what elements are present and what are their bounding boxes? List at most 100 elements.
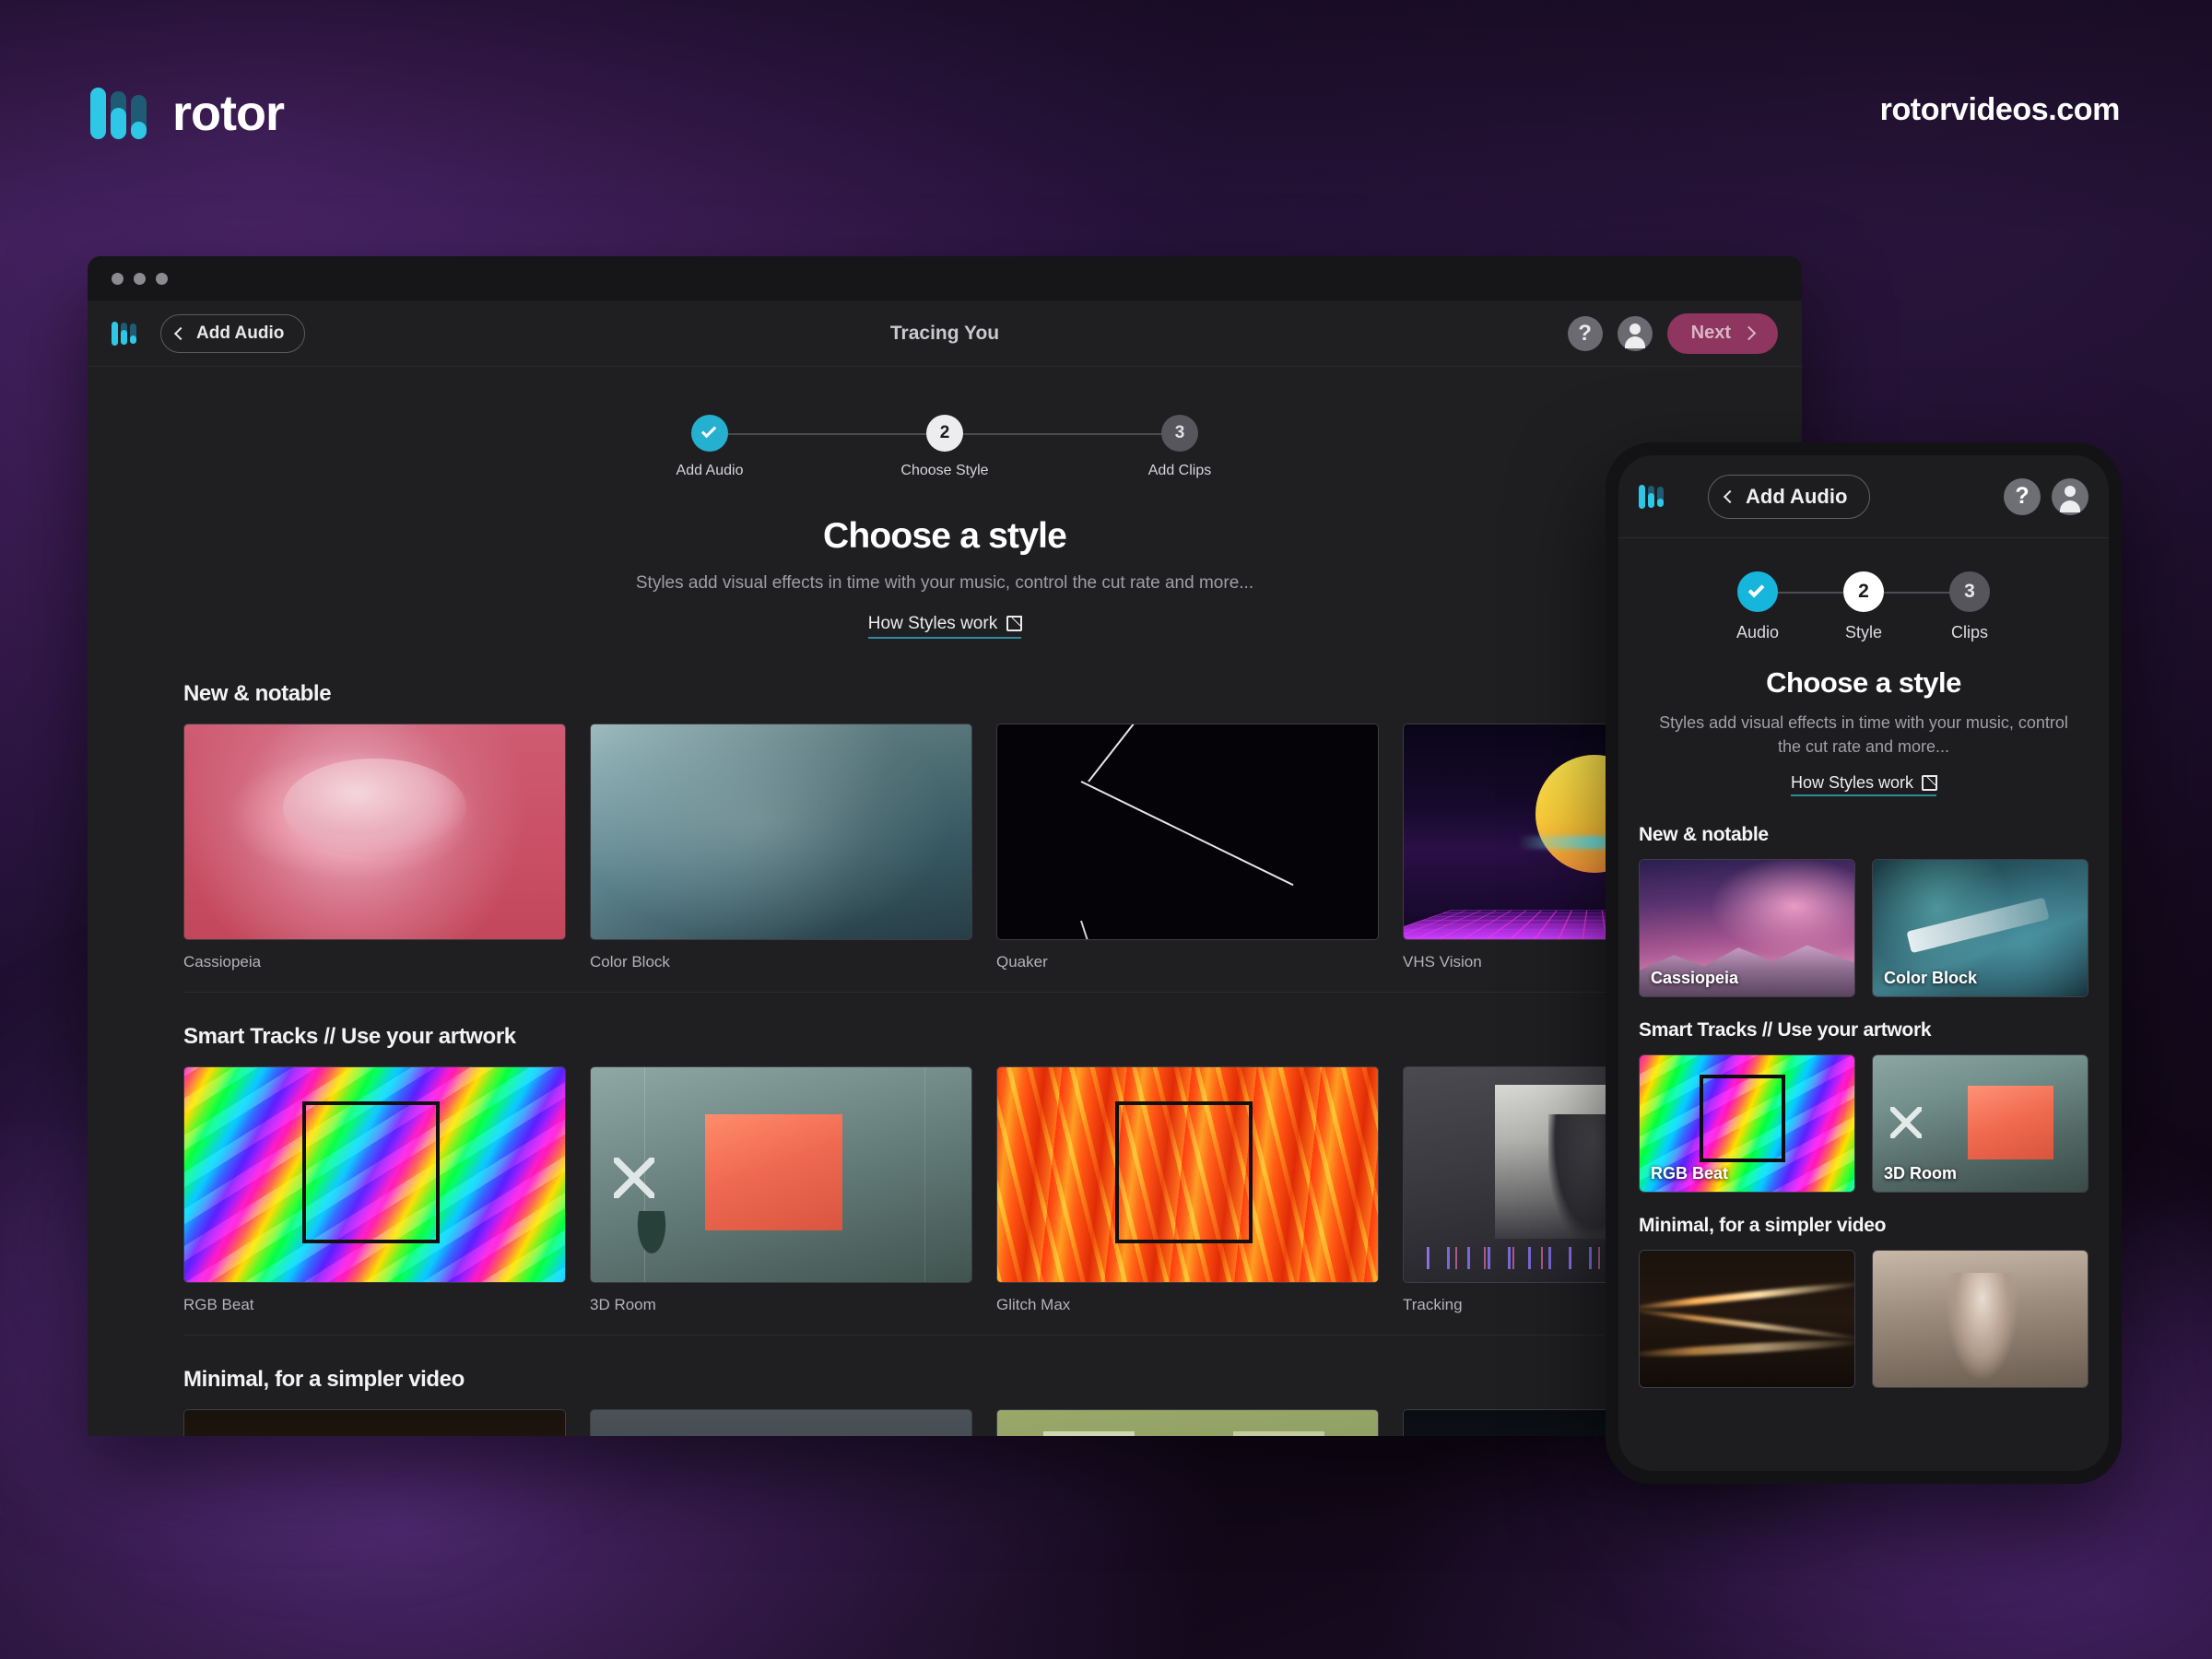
- mobile-progress-stepper: Audio 2 Style 3 Clips: [1618, 538, 2109, 642]
- mobile-style-card-label: Cassiopeia: [1651, 969, 1739, 988]
- section-title: Smart Tracks // Use your artwork: [183, 1024, 516, 1049]
- style-thumbnail: [590, 1409, 972, 1436]
- page-title: Choose a style: [822, 516, 1067, 556]
- mobile-section-title: Smart Tracks // Use your artwork: [1639, 1019, 1932, 1041]
- user-avatar-icon[interactable]: [2052, 477, 2088, 515]
- mobile-style-card-row: RGB Beat 3D Room: [1639, 1054, 2088, 1194]
- step-choose-style[interactable]: 2 Choose Style: [894, 415, 995, 479]
- next-button-label: Next: [1690, 323, 1731, 343]
- window-close-dot[interactable]: [112, 272, 124, 285]
- step-2-circle: 2: [926, 415, 963, 452]
- section-minimal: Minimal, for a simpler video: [183, 1367, 1785, 1436]
- mobile-style-card-cassiopeia[interactable]: Cassiopeia: [1639, 859, 1855, 998]
- rotor-bars-icon[interactable]: [112, 321, 136, 346]
- mobile-style-card-minimal-1[interactable]: [1639, 1250, 1855, 1389]
- desktop-content: Add Audio 2 Choose Style 3 Add Clips Cho…: [88, 367, 1802, 1436]
- user-avatar-icon[interactable]: [1617, 315, 1653, 351]
- site-url: rotorvideos.com: [1879, 92, 2121, 127]
- track-title: Tracing You: [889, 322, 1000, 344]
- style-card-label: Glitch Max: [996, 1296, 1071, 1313]
- style-card-3d-room[interactable]: 3D Room: [590, 1066, 972, 1314]
- mobile-style-card-row: Cassiopeia Color Block: [1639, 859, 2088, 998]
- page-subtitle: Styles add visual effects in time with y…: [635, 573, 1254, 593]
- mobile-add-audio-label: Add Audio: [1746, 484, 1848, 508]
- how-styles-work-label: How Styles work: [867, 614, 998, 633]
- style-card-label: Cassiopeia: [183, 953, 262, 971]
- mobile-style-card-label: Color Block: [1884, 969, 1978, 988]
- mobile-step-2-circle: 2: [1843, 571, 1884, 612]
- mobile-style-sections: New & notable Cassiopeia Color Block Sma…: [1618, 796, 2109, 1389]
- style-thumbnail: [183, 1409, 566, 1436]
- add-audio-back-button[interactable]: Add Audio: [160, 313, 306, 353]
- mobile-page-subtitle: Styles add visual effects in time with y…: [1659, 713, 2068, 757]
- style-card-label: 3D Room: [590, 1296, 656, 1313]
- mobile-step-clips[interactable]: 3 Clips: [1937, 571, 2002, 642]
- add-audio-label: Add Audio: [196, 323, 285, 343]
- mobile-appbar: Add Audio ?: [1618, 455, 2109, 538]
- mobile-appbar-actions: ?: [2004, 477, 2088, 515]
- style-card-label: RGB Beat: [183, 1296, 254, 1313]
- step-add-clips[interactable]: 3 Add Clips: [1129, 415, 1230, 479]
- mobile-step-1-circle: [1737, 571, 1778, 612]
- step-add-audio[interactable]: Add Audio: [659, 415, 760, 479]
- question-mark-icon[interactable]: ?: [2004, 477, 2041, 515]
- style-thumbnail: [996, 1066, 1379, 1283]
- style-card-row: [183, 1409, 1785, 1436]
- style-card-minimal-1[interactable]: [183, 1409, 566, 1436]
- style-card-minimal-2[interactable]: [590, 1409, 972, 1436]
- style-card-glitch-max[interactable]: Glitch Max: [996, 1066, 1379, 1314]
- style-card-quaker[interactable]: Quaker: [996, 724, 1379, 971]
- mobile-how-styles-work-link[interactable]: How Styles work: [1790, 773, 1938, 797]
- mobile-screen: Add Audio ? Audio 2 Style 3 Clips Choose…: [1618, 455, 2109, 1471]
- mobile-add-audio-back-button[interactable]: Add Audio: [1708, 474, 1871, 519]
- rotor-bars-icon[interactable]: [1639, 484, 1664, 509]
- step-1-label: Add Audio: [676, 463, 744, 478]
- mobile-section-new-and-notable: New & notable Cassiopeia Color Block: [1639, 824, 2088, 998]
- style-card-rgb-beat[interactable]: RGB Beat: [183, 1066, 566, 1314]
- section-title: Minimal, for a simpler video: [183, 1367, 465, 1392]
- style-card-label: Color Block: [590, 953, 670, 971]
- window-maximize-dot[interactable]: [156, 272, 168, 285]
- mobile-section-smart-tracks: Smart Tracks // Use your artwork RGB Bea…: [1639, 1019, 2088, 1194]
- style-card-minimal-3[interactable]: [996, 1409, 1379, 1436]
- style-card-color-block[interactable]: Color Block: [590, 724, 972, 971]
- desktop-app-window: Add Audio Tracing You ? Next Add Audio 2: [88, 256, 1802, 1436]
- window-minimize-dot[interactable]: [134, 272, 146, 285]
- style-thumbnail: [590, 1066, 972, 1283]
- section-title: New & notable: [183, 681, 332, 706]
- mobile-style-card-row: [1639, 1250, 2088, 1389]
- step-3-label: Add Clips: [1147, 463, 1212, 478]
- step-1-circle: [691, 415, 728, 452]
- mobile-heading-block: Choose a style Styles add visual effects…: [1618, 642, 2109, 797]
- step-2-label: Choose Style: [900, 463, 989, 478]
- step-3-circle: 3: [1161, 415, 1198, 452]
- window-titlebar: [88, 256, 1802, 300]
- mobile-step-audio[interactable]: Audio: [1725, 571, 1790, 642]
- how-styles-work-link[interactable]: How Styles work: [867, 614, 1023, 639]
- style-card-label: Quaker: [996, 953, 1048, 971]
- style-card-row: RGB Beat 3D Room Glitch Max Tracking: [183, 1066, 1785, 1335]
- style-thumbnail: [996, 724, 1379, 940]
- mobile-page-title: Choose a style: [1766, 666, 1961, 699]
- style-thumbnail: [996, 1409, 1379, 1436]
- mobile-style-card-color-block[interactable]: Color Block: [1872, 859, 2088, 998]
- mobile-how-styles-work-label: How Styles work: [1790, 773, 1914, 793]
- progress-stepper: Add Audio 2 Choose Style 3 Add Clips: [88, 367, 1802, 479]
- page-heading-block: Choose a style Styles add visual effects…: [88, 516, 1802, 639]
- section-smart-tracks: Smart Tracks // Use your artwork RGB Bea…: [183, 1024, 1785, 1335]
- brand-name: rotor: [172, 86, 285, 141]
- style-card-cassiopeia[interactable]: Cassiopeia: [183, 724, 566, 971]
- mobile-style-card-rgb-beat[interactable]: RGB Beat: [1639, 1054, 1855, 1194]
- external-link-icon: [1006, 616, 1023, 631]
- chevron-right-icon: [1741, 325, 1757, 341]
- mobile-style-card-minimal-2[interactable]: [1872, 1250, 2088, 1389]
- question-mark-icon[interactable]: ?: [1567, 315, 1603, 351]
- section-new-and-notable: New & notable Cassiopeia Color Block Qua…: [183, 681, 1785, 993]
- chevron-left-icon: [1723, 489, 1737, 503]
- mobile-section-minimal: Minimal, for a simpler video: [1639, 1215, 2088, 1389]
- external-link-icon: [1922, 774, 1938, 791]
- next-button[interactable]: Next: [1666, 312, 1778, 354]
- brand-header: rotor: [90, 85, 285, 142]
- mobile-step-style[interactable]: 2 Style: [1831, 571, 1896, 642]
- mobile-style-card-3d-room[interactable]: 3D Room: [1872, 1054, 2088, 1194]
